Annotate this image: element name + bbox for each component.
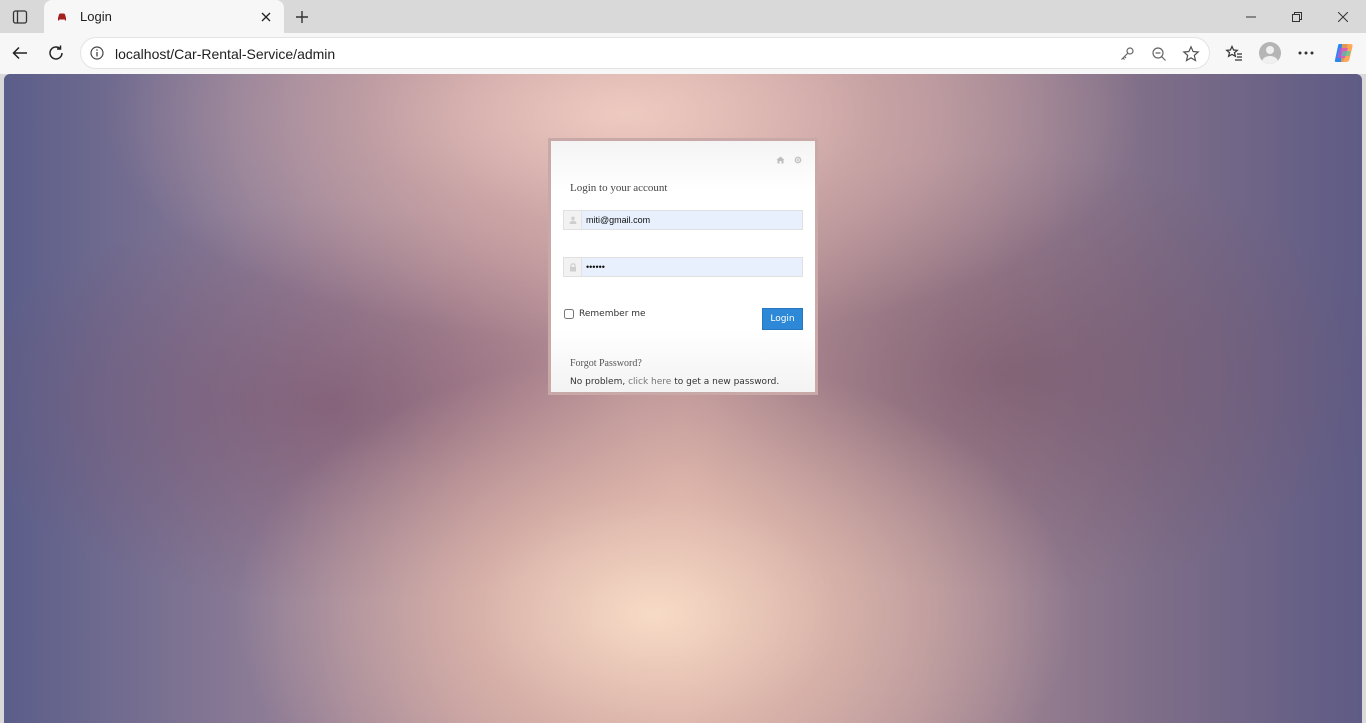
profile-avatar-icon[interactable] xyxy=(1256,39,1284,67)
sidebar-toggle-icon[interactable] xyxy=(8,5,32,29)
copilot-icon[interactable] xyxy=(1330,39,1358,67)
close-window-icon[interactable] xyxy=(1320,0,1366,33)
home-icon[interactable] xyxy=(775,155,785,165)
site-info-icon[interactable] xyxy=(89,45,105,61)
panel-icons xyxy=(775,155,803,165)
new-tab-icon[interactable] xyxy=(289,4,315,30)
browser-toolbar: localhost/Car-Rental-Service/admin xyxy=(0,33,1366,74)
lock-icon xyxy=(564,258,582,276)
close-tab-icon[interactable] xyxy=(254,5,278,29)
forgot-prefix: No problem, xyxy=(570,377,626,387)
login-heading: Login to your account xyxy=(570,182,668,194)
settings-gear-icon[interactable] xyxy=(793,155,803,165)
page-background: Login to your account Remember me Login … xyxy=(4,74,1362,723)
remember-me[interactable]: Remember me xyxy=(564,309,646,319)
email-field[interactable] xyxy=(582,211,800,229)
favorites-icon[interactable] xyxy=(1220,39,1248,67)
url-text[interactable]: localhost/Car-Rental-Service/admin xyxy=(115,46,335,62)
reset-password-link[interactable]: click here xyxy=(628,377,671,387)
remember-me-label: Remember me xyxy=(579,309,646,319)
car-icon xyxy=(54,9,70,25)
remember-me-checkbox[interactable] xyxy=(564,309,574,319)
more-options-icon[interactable] xyxy=(1292,39,1320,67)
reload-icon[interactable] xyxy=(42,39,70,67)
forgot-suffix: to get a new password. xyxy=(674,377,780,387)
active-tab[interactable]: Login xyxy=(44,0,284,33)
browser-tab-strip: Login xyxy=(0,0,1366,33)
password-field[interactable] xyxy=(582,258,800,276)
minimize-icon[interactable] xyxy=(1228,0,1274,33)
email-field-group xyxy=(563,210,803,230)
password-field-group xyxy=(563,257,803,277)
key-icon[interactable] xyxy=(1117,44,1137,64)
address-bar[interactable]: localhost/Car-Rental-Service/admin xyxy=(80,37,1210,69)
tab-title: Login xyxy=(80,9,112,24)
window-controls xyxy=(1228,0,1366,33)
login-button[interactable]: Login xyxy=(762,308,803,330)
forgot-password-text: No problem, click here to get a new pass… xyxy=(570,377,779,387)
forgot-password-title: Forgot Password? xyxy=(570,358,642,369)
restore-icon[interactable] xyxy=(1274,0,1320,33)
zoom-out-icon[interactable] xyxy=(1149,44,1169,64)
login-panel: Login to your account Remember me Login … xyxy=(548,138,818,395)
user-icon xyxy=(564,211,582,229)
back-arrow-icon[interactable] xyxy=(6,39,34,67)
favorite-star-icon[interactable] xyxy=(1181,44,1201,64)
